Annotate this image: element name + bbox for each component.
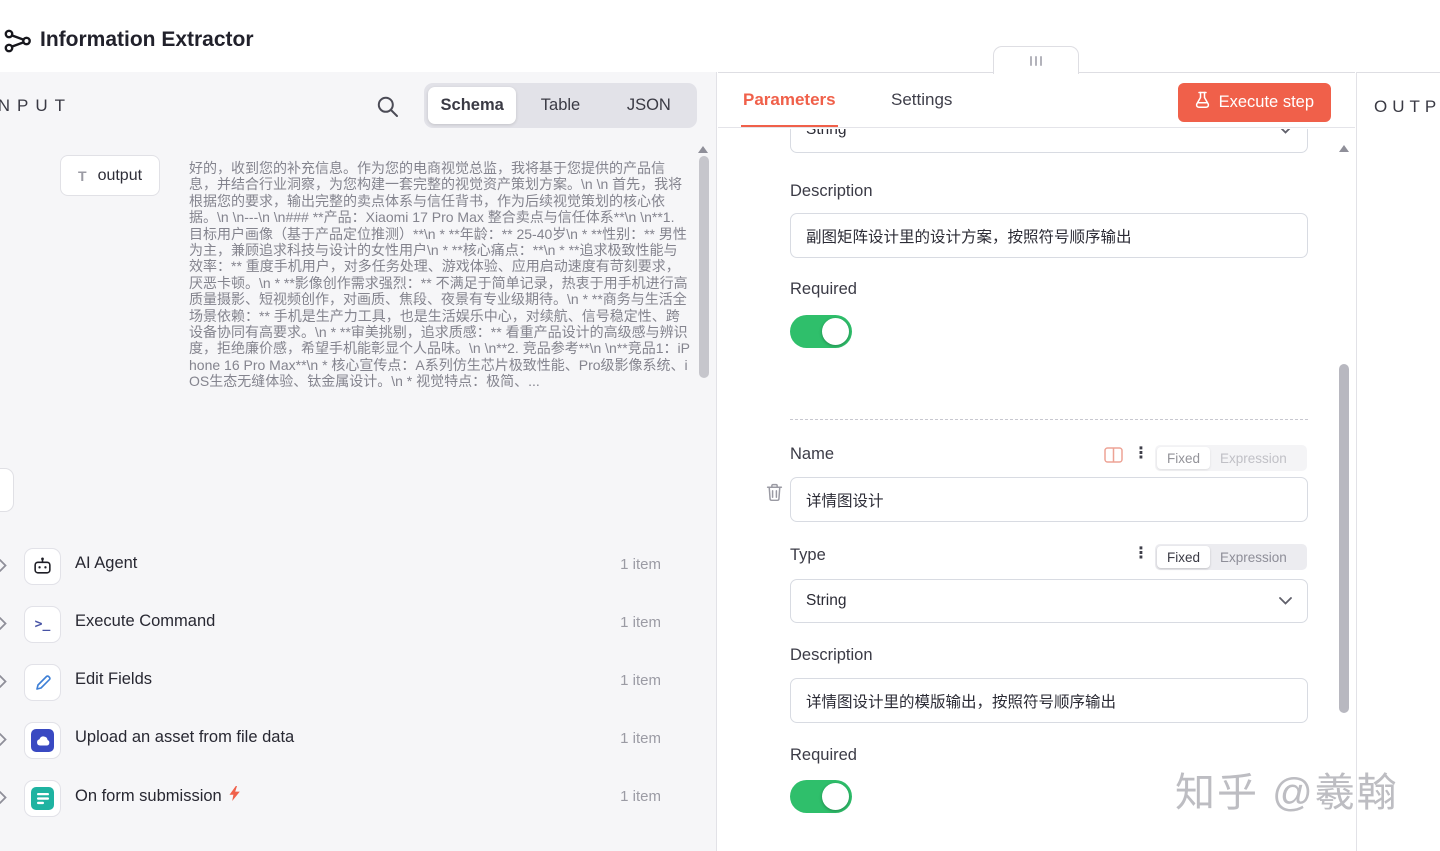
tab-json[interactable]: JSON <box>605 87 693 124</box>
chevron-right-icon[interactable] <box>0 791 7 809</box>
tab-parameters[interactable]: Parameters <box>741 73 838 127</box>
type-select-partial[interactable]: String <box>790 129 1308 153</box>
name-fixed-expression-toggle[interactable]: Fixed Expression <box>1155 445 1307 471</box>
scroll-up-arrow[interactable] <box>1339 145 1349 152</box>
fixed-option[interactable]: Fixed <box>1157 546 1211 568</box>
string-type-icon: T <box>78 167 87 184</box>
execute-step-button[interactable]: Execute step <box>1177 83 1331 122</box>
upload-asset-icon <box>24 722 61 759</box>
flask-icon <box>1195 91 1210 114</box>
node-name: Execute Command <box>75 612 216 630</box>
chevron-down-icon <box>1280 129 1291 134</box>
required-toggle[interactable] <box>790 315 852 348</box>
input-panel: INPUT Schema Table JSON T output 好的，收到您的… <box>0 72 717 851</box>
panel-collapse-handle[interactable] <box>0 468 14 512</box>
required-label: Required <box>790 746 857 764</box>
required-label: Required <box>790 280 857 298</box>
scroll-up-arrow[interactable] <box>698 146 708 153</box>
search-icon[interactable] <box>376 95 400 119</box>
chevron-right-icon[interactable] <box>0 617 7 635</box>
required-toggle[interactable] <box>790 780 852 813</box>
node-item-count: 1 item <box>620 672 661 689</box>
node-row-upload-asset[interactable]: Upload an asset from file data 1 item <box>0 711 698 769</box>
node-item-count: 1 item <box>620 730 661 747</box>
input-panel-title: INPUT <box>0 96 72 115</box>
trigger-bolt-icon <box>229 786 240 806</box>
trash-icon[interactable] <box>766 483 783 507</box>
terminal-icon: >_ <box>24 606 61 643</box>
expression-option[interactable]: Expression <box>1210 447 1297 469</box>
type-label: Type <box>790 546 826 564</box>
name-label: Name <box>790 445 835 463</box>
type-select[interactable]: String <box>790 579 1308 623</box>
attribute-divider <box>790 419 1308 420</box>
type-fixed-expression-toggle[interactable]: Fixed Expression <box>1155 544 1307 570</box>
node-row-execute-command[interactable]: >_ Execute Command 1 item <box>0 595 698 653</box>
input-scrollbar[interactable] <box>699 156 709 378</box>
type-select-value: String <box>806 592 847 609</box>
description-input[interactable] <box>790 678 1308 723</box>
workflow-node-detail-view: Information Extractor INPUT Schema Table… <box>0 0 1440 851</box>
node-item-count: 1 item <box>620 556 661 573</box>
node-name: Edit Fields <box>75 670 153 688</box>
output-panel-title: OUTPUT <box>1374 97 1440 116</box>
chevron-right-icon[interactable] <box>0 733 7 751</box>
parameters-scroll-area: String Description Required Name ⋮ Fixed… <box>718 129 1355 851</box>
chevron-down-icon <box>1279 597 1292 605</box>
parameters-scrollbar[interactable] <box>1339 364 1349 713</box>
toggle-knob <box>822 783 849 810</box>
input-view-tabs: Schema Table JSON <box>424 83 697 128</box>
tab-schema[interactable]: Schema <box>428 87 517 124</box>
fixed-option[interactable]: Fixed <box>1157 447 1211 469</box>
node-name: Upload an asset from file data <box>75 728 295 746</box>
kebab-menu-icon[interactable]: ⋮ <box>1133 543 1149 563</box>
columns-icon[interactable] <box>1104 447 1123 468</box>
description-label: Description <box>790 646 873 664</box>
expression-option[interactable]: Expression <box>1210 546 1297 568</box>
type-select-value: String <box>806 129 847 138</box>
node-row-ai-agent[interactable]: AI Agent 1 item <box>0 537 698 595</box>
parameters-panel: Parameters Settings Execute step String … <box>718 46 1355 851</box>
node-row-edit-fields[interactable]: Edit Fields 1 item <box>0 653 698 711</box>
kebab-menu-icon[interactable]: ⋮ <box>1133 443 1149 463</box>
panel-drag-handle[interactable] <box>993 46 1079 74</box>
description-input[interactable] <box>790 213 1308 258</box>
parameters-header: Parameters Settings Execute step <box>718 73 1355 128</box>
node-item-count: 1 item <box>620 788 661 805</box>
pencil-icon <box>24 664 61 701</box>
app-header: Information Extractor <box>0 0 1440 72</box>
node-name: On form submission <box>75 786 222 805</box>
ai-agent-icon <box>24 548 61 585</box>
schema-field-key: output <box>97 166 143 184</box>
node-name: AI Agent <box>75 554 138 572</box>
description-label: Description <box>790 182 873 200</box>
information-extractor-node-icon <box>3 26 33 61</box>
form-icon <box>24 780 61 817</box>
execute-step-label: Execute step <box>1218 93 1314 111</box>
node-item-count: 1 item <box>620 614 661 631</box>
chevron-right-icon[interactable] <box>0 675 7 693</box>
output-panel: OUTPUT <box>1356 72 1440 851</box>
toggle-knob <box>822 318 849 345</box>
page-title: Information Extractor <box>40 28 254 51</box>
schema-field-output[interactable]: T output <box>60 155 161 196</box>
name-input[interactable] <box>790 477 1308 522</box>
tab-table[interactable]: Table <box>516 87 604 124</box>
schema-field-value: 好的，收到您的补充信息。作为您的电商视觉总监，我将基于您提供的产品信息，并结合行… <box>189 160 690 390</box>
node-row-form-submission[interactable]: On form submission 1 item <box>0 769 698 827</box>
chevron-right-icon[interactable] <box>0 559 7 577</box>
tab-settings[interactable]: Settings <box>891 73 952 127</box>
